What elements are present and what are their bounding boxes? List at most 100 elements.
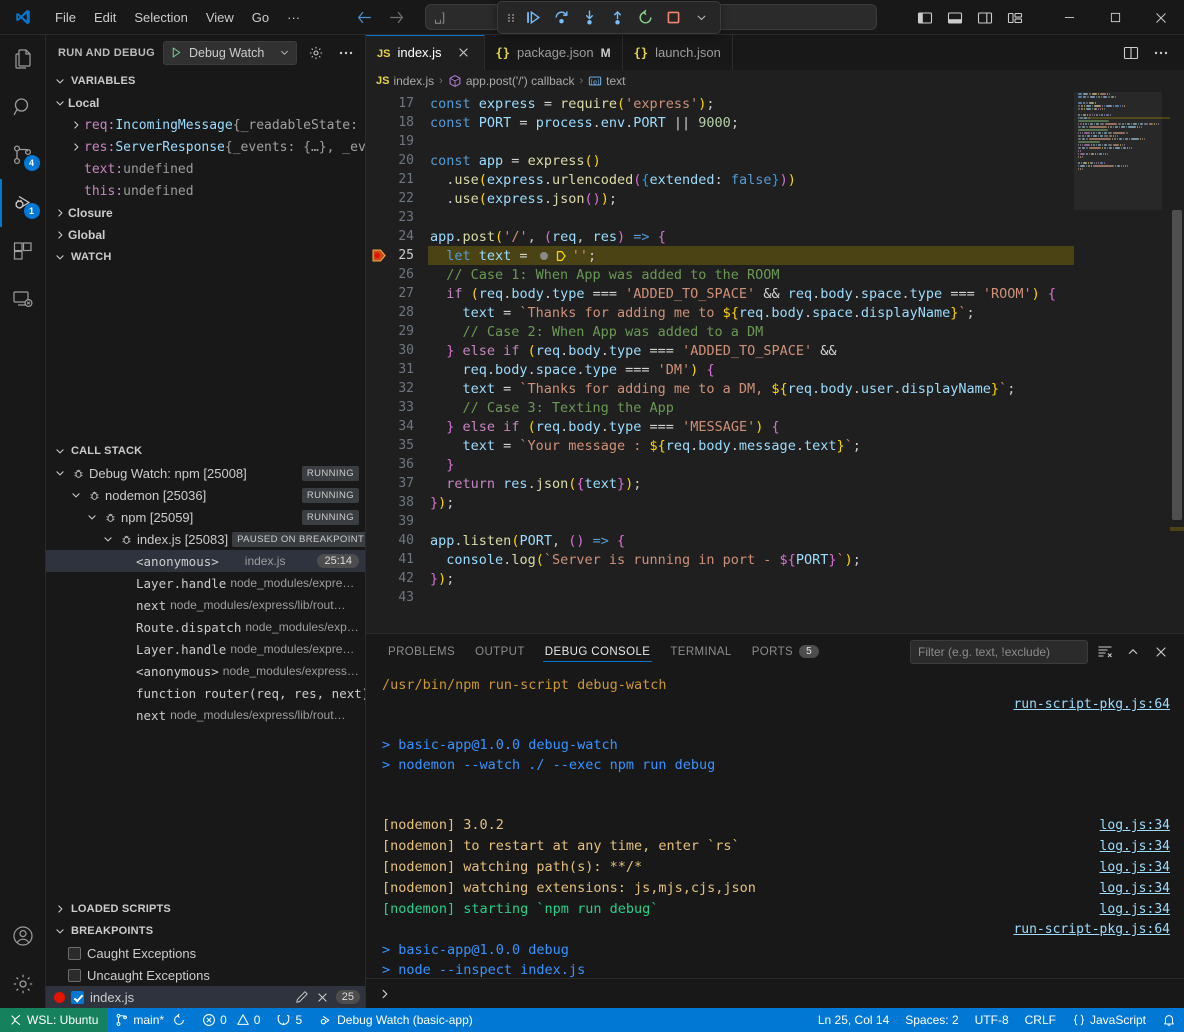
call-stack-frame-row[interactable]: Route.dispatchnode_modules/exp… xyxy=(46,616,365,638)
editor-vertical-scrollbar[interactable] xyxy=(1170,92,1184,633)
editor-gutter[interactable]: 1718192021222324252627282930313233343536… xyxy=(366,92,428,633)
breakpoints-section-header[interactable]: BREAKPOINTS xyxy=(46,920,365,942)
gutter-line-number[interactable]: 41 xyxy=(366,550,428,569)
status-eol[interactable]: CRLF xyxy=(1017,1008,1064,1032)
split-editor-icon[interactable] xyxy=(1118,40,1144,66)
gutter-line-number[interactable]: 26 xyxy=(366,265,428,284)
gutter-line-number[interactable]: 43 xyxy=(366,588,428,607)
variable-row[interactable]: req: IncomingMessage {_readableState: … xyxy=(46,114,365,136)
status-ports[interactable]: 5 xyxy=(268,1008,310,1032)
gutter-line-number[interactable]: 28 xyxy=(366,303,428,322)
activity-extensions[interactable] xyxy=(0,227,46,275)
continue-icon[interactable] xyxy=(520,5,546,31)
step-out-icon[interactable] xyxy=(604,5,630,31)
activity-explorer[interactable] xyxy=(0,35,46,83)
breakpoint-checkbox[interactable] xyxy=(71,991,84,1004)
gutter-line-number[interactable]: 40 xyxy=(366,531,428,550)
breakpoint-row[interactable]: Caught Exceptions xyxy=(46,942,365,964)
code-line[interactable]: } else if (req.body.type === 'ADDED_TO_S… xyxy=(428,341,1074,360)
chevron-up-icon[interactable] xyxy=(1122,641,1144,663)
code-line[interactable]: .use(express.urlencoded({extended: false… xyxy=(428,170,1074,189)
activity-manage[interactable] xyxy=(0,960,46,1008)
step-over-icon[interactable] xyxy=(548,5,574,31)
status-git-branch[interactable]: main* xyxy=(107,1008,194,1032)
gutter-line-number[interactable]: 25 xyxy=(366,246,428,265)
variable-row[interactable]: this: undefined xyxy=(46,180,365,202)
activity-run-and-debug[interactable]: 1 xyxy=(0,179,46,227)
status-cursor-position[interactable]: Ln 25, Col 14 xyxy=(810,1008,897,1032)
watch-section-header[interactable]: WATCH xyxy=(46,246,365,268)
breadcrumb-item[interactable]: app.post('/') callback xyxy=(448,74,575,88)
step-into-icon[interactable] xyxy=(576,5,602,31)
code-line[interactable] xyxy=(428,208,1074,227)
code-line[interactable]: }); xyxy=(428,493,1074,512)
code-line[interactable]: return res.json({text}); xyxy=(428,474,1074,493)
clear-console-icon[interactable] xyxy=(1094,641,1116,663)
status-encoding[interactable]: UTF-8 xyxy=(967,1008,1017,1032)
toggle-panel-icon[interactable] xyxy=(942,6,968,30)
code-line[interactable]: req.body.space.type === 'DM') { xyxy=(428,360,1074,379)
chevron-right-icon[interactable] xyxy=(52,229,68,241)
chevron-down-icon[interactable] xyxy=(279,47,290,58)
call-stack-frame-row[interactable]: function router(req, res, next) {.pŕ xyxy=(46,682,365,704)
code-line[interactable]: console.log(`Server is running in port -… xyxy=(428,550,1074,569)
drag-handle-icon[interactable] xyxy=(504,5,518,31)
code-line[interactable]: }); xyxy=(428,569,1074,588)
code-line[interactable]: } else if (req.body.type === 'MESSAGE') … xyxy=(428,417,1074,436)
variable-row[interactable]: res: ServerResponse {_events: {…}, _ev… xyxy=(46,136,365,158)
gutter-line-number[interactable]: 31 xyxy=(366,360,428,379)
call-stack-frame-row[interactable]: <anonymous>node_modules/express… xyxy=(46,660,365,682)
panel-tab-terminal[interactable]: TERMINAL xyxy=(660,634,741,669)
minimize-button[interactable] xyxy=(1046,0,1092,35)
variable-scope-row[interactable]: Global xyxy=(46,224,365,246)
code-line[interactable]: let text = ''; xyxy=(428,246,1074,265)
call-stack-frame-row[interactable]: nextnode_modules/express/lib/rout… xyxy=(46,704,365,726)
launch-configuration-select[interactable]: Debug Watch xyxy=(163,41,297,65)
menu-view[interactable]: View xyxy=(197,7,243,28)
gutter-line-number[interactable]: 33 xyxy=(366,398,428,417)
sync-icon[interactable] xyxy=(172,1013,186,1027)
code-line[interactable]: // Case 2: When App was added to a DM xyxy=(428,322,1074,341)
chevron-down-icon[interactable] xyxy=(84,511,100,523)
activity-accounts[interactable] xyxy=(0,912,46,960)
status-language-mode[interactable]: JavaScript xyxy=(1064,1008,1154,1032)
console-source-link[interactable]: log.js:34 xyxy=(1100,837,1170,857)
editor-tab-package-json[interactable]: {}package.jsonM xyxy=(485,35,623,70)
toggle-primary-sidebar-icon[interactable] xyxy=(912,6,938,30)
chevron-down-icon[interactable] xyxy=(52,97,68,109)
code-line[interactable]: const app = express() xyxy=(428,151,1074,170)
console-filter-input[interactable]: Filter (e.g. text, !exclude) xyxy=(910,640,1088,664)
breakpoint-checkbox[interactable] xyxy=(68,969,81,982)
pencil-icon[interactable] xyxy=(295,990,309,1004)
menu-edit[interactable]: Edit xyxy=(85,7,125,28)
breadcrumb-item[interactable]: [@]text xyxy=(588,74,625,88)
gutter-line-number[interactable]: 36 xyxy=(366,455,428,474)
gutter-line-number[interactable]: 34 xyxy=(366,417,428,436)
breakpoint-glyph-icon[interactable] xyxy=(372,249,387,262)
panel-tab-debug-console[interactable]: DEBUG CONSOLE xyxy=(535,634,661,669)
gutter-line-number[interactable]: 38 xyxy=(366,493,428,512)
code-line[interactable] xyxy=(428,512,1074,531)
console-source-link[interactable]: run-script-pkg.js:64 xyxy=(1013,920,1170,940)
code-line[interactable]: const PORT = process.env.PORT || 9000; xyxy=(428,113,1074,132)
code-line[interactable]: text = `Thanks for adding me to ${req.bo… xyxy=(428,303,1074,322)
console-source-link[interactable]: log.js:34 xyxy=(1100,816,1170,836)
activity-remote-explorer[interactable] xyxy=(0,275,46,323)
code-line[interactable]: if (req.body.type === 'ADDED_TO_SPACE' &… xyxy=(428,284,1074,303)
scrollbar-thumb[interactable] xyxy=(1172,210,1182,520)
activity-search[interactable] xyxy=(0,83,46,131)
gutter-line-number[interactable]: 32 xyxy=(366,379,428,398)
variable-row[interactable]: text: undefined xyxy=(46,158,365,180)
breakpoint-row[interactable]: index.js25 xyxy=(46,986,365,1008)
call-stack-session-row[interactable]: index.js [25083]PAUSED ON BREAKPOINT xyxy=(46,528,365,550)
status-remote-indicator[interactable]: WSL: Ubuntu xyxy=(0,1008,107,1032)
gutter-line-number[interactable]: 42 xyxy=(366,569,428,588)
close-button[interactable] xyxy=(1138,0,1184,35)
code-line[interactable] xyxy=(428,132,1074,151)
gutter-line-number[interactable]: 19 xyxy=(366,132,428,151)
debug-console-input[interactable] xyxy=(366,978,1184,1008)
editor-tab-index-js[interactable]: JSindex.js xyxy=(366,35,485,70)
gutter-line-number[interactable]: 20 xyxy=(366,151,428,170)
minimap[interactable] xyxy=(1074,92,1170,633)
chevron-down-icon[interactable] xyxy=(100,533,116,545)
